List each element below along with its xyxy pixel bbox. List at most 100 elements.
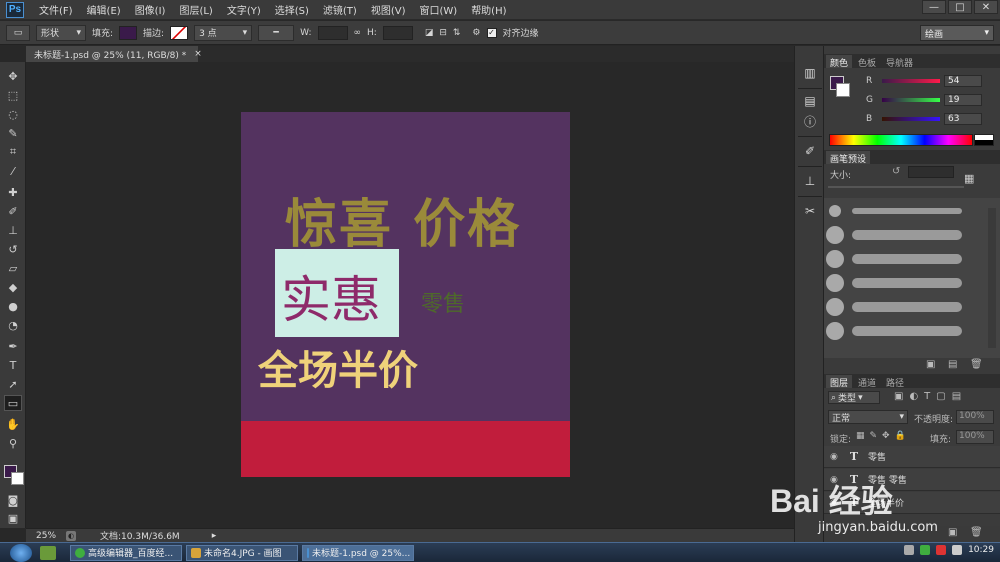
brush-panel-icon[interactable]: ▦ [964, 172, 974, 185]
marquee-tool-icon[interactable]: ⬚ [4, 87, 22, 103]
document-canvas[interactable]: 惊喜 价格 实惠 零售 全场半价 [241, 112, 570, 477]
tab-color[interactable]: 颜色 [826, 55, 853, 69]
type-tool-icon[interactable]: T [4, 357, 22, 373]
dodge-tool-icon[interactable]: ◔ [4, 317, 22, 333]
black-white-ramp[interactable] [974, 134, 994, 146]
layer-filter-select[interactable]: ⌕ 类型 ▾ [828, 391, 880, 404]
brush-panel-icon[interactable]: ✐ [800, 142, 820, 160]
red-value[interactable]: 54 [944, 75, 982, 87]
pen-tool-icon[interactable]: ✒ [4, 338, 22, 354]
task-photoshop[interactable]: 未标题-1.psd @ 25%... [302, 544, 414, 561]
maximize-button[interactable]: □ [948, 0, 972, 14]
menu-edit[interactable]: 编辑(E) [80, 2, 128, 17]
trash-icon[interactable]: 🗑 [970, 359, 983, 370]
path-select-icon[interactable]: ➚ [4, 376, 22, 392]
healing-brush-icon[interactable]: ✚ [4, 184, 22, 200]
layer-filter-icons[interactable]: ▣◐T▢▤ [894, 391, 967, 402]
menu-file[interactable]: 文件(F) [32, 2, 80, 17]
green-slider[interactable] [882, 98, 940, 102]
fill-input[interactable]: 100% [956, 430, 994, 444]
tray-icon[interactable] [920, 545, 931, 555]
eraser-tool-icon[interactable]: ▱ [4, 260, 22, 276]
eye-icon[interactable]: ◉ [830, 475, 840, 485]
close-button[interactable]: ✕ [974, 0, 998, 14]
mode-select[interactable]: 形状 ▾ [36, 24, 86, 41]
task-paint[interactable]: 未命名4.JPG - 画图 [186, 544, 298, 561]
new-brush-icon[interactable]: ▣ [926, 359, 935, 370]
history-panel-icon[interactable]: ▥ [800, 64, 820, 82]
eye-icon[interactable]: ◉ [830, 498, 840, 508]
menu-help[interactable]: 帮助(H) [464, 2, 513, 17]
zoom-level[interactable]: 25% [36, 531, 56, 541]
actions-panel-icon[interactable]: ▤ [800, 92, 820, 110]
menu-filter[interactable]: 滤镜(T) [316, 2, 364, 17]
stroke-width-input[interactable]: 3 点 ▾ [194, 24, 253, 41]
brush-preset[interactable] [826, 272, 986, 294]
tab-swatches[interactable]: 色板 [854, 55, 880, 69]
quick-launch-icon[interactable] [40, 545, 56, 560]
path-arrangement-icon[interactable]: ⇅ [453, 28, 461, 38]
background-color-swatch[interactable] [11, 472, 24, 485]
brush-preset[interactable] [826, 200, 986, 222]
workspace-select[interactable]: 绘画 ▾ [920, 25, 994, 41]
minimize-button[interactable]: — [922, 0, 946, 14]
layer-row[interactable]: ◉ T 全场半价 [824, 492, 1000, 514]
tab-channels[interactable]: 通道 [854, 375, 880, 389]
layer-row[interactable]: ◉ T 零售 [824, 446, 1000, 468]
menu-layer[interactable]: 图层(L) [172, 2, 219, 17]
clone-stamp-icon[interactable]: ⊥ [4, 222, 22, 238]
clone-source-icon[interactable]: ⊥ [800, 172, 820, 190]
box-text[interactable]: 实惠 [281, 260, 381, 332]
color-spectrum[interactable] [829, 134, 973, 146]
task-browser[interactable]: 高级编辑器_百度经... [70, 544, 182, 561]
menu-select[interactable]: 选择(S) [268, 2, 316, 17]
eye-icon[interactable]: ◉ [830, 452, 840, 462]
blur-tool-icon[interactable]: ● [4, 298, 22, 314]
reset-icon[interactable]: ↺ [892, 166, 900, 177]
red-band[interactable] [241, 421, 570, 477]
path-operations-icon[interactable]: ◪ [425, 28, 434, 38]
tool-presets-icon[interactable]: ✂ [800, 202, 820, 220]
brush-preset[interactable] [826, 248, 986, 270]
half-price-text[interactable]: 全场半价 [258, 338, 418, 396]
layer-row[interactable]: ◉ T 零售 零售 [824, 469, 1000, 491]
width-input[interactable] [317, 25, 348, 40]
brush-options-icon[interactable]: ▤ [948, 359, 957, 370]
move-tool-icon[interactable]: ✥ [4, 68, 22, 84]
trash-icon[interactable]: 🗑 [970, 527, 983, 538]
menu-image[interactable]: 图像(I) [128, 2, 173, 17]
share-icon[interactable]: ◐ [66, 530, 77, 541]
start-button[interactable] [10, 543, 32, 562]
close-icon[interactable]: × [194, 49, 202, 59]
tab-navigator[interactable]: 导航器 [882, 55, 917, 69]
stroke-type-select[interactable]: ━ [258, 24, 295, 41]
small-text[interactable]: 零售 [421, 286, 465, 318]
paint-bucket-icon[interactable]: ◆ [4, 279, 22, 295]
new-layer-icon[interactable]: ▣ [948, 527, 957, 538]
tray-icon[interactable] [904, 545, 915, 555]
color-panel-background[interactable] [836, 83, 850, 97]
eyedropper-tool-icon[interactable]: ⁄ [4, 163, 22, 179]
clock[interactable]: 10:29 [968, 545, 994, 555]
tab-brush-presets[interactable]: 画笔预设 [826, 151, 871, 165]
brush-preset[interactable] [826, 224, 986, 246]
menu-view[interactable]: 视图(V) [364, 2, 413, 17]
opacity-input[interactable]: 100% [956, 410, 994, 424]
history-brush-icon[interactable]: ↺ [4, 241, 22, 257]
tray-icon[interactable] [936, 545, 947, 555]
lasso-tool-icon[interactable]: ◌ [4, 106, 22, 122]
menu-type[interactable]: 文字(Y) [220, 2, 268, 17]
chevron-right-icon[interactable]: ▸ [212, 531, 217, 541]
volume-icon[interactable] [952, 545, 963, 555]
zoom-tool-icon[interactable]: ⚲ [4, 435, 22, 451]
shape-tool-icon[interactable]: ▭ [4, 395, 22, 411]
path-alignment-icon[interactable]: ⊟ [439, 28, 447, 38]
menu-window[interactable]: 窗口(W) [412, 2, 464, 17]
tab-layers[interactable]: 图层 [826, 375, 853, 389]
tool-preset-picker[interactable]: ▭ [6, 24, 30, 41]
fill-color-swatch[interactable] [119, 25, 138, 40]
crop-tool-icon[interactable]: ⌗ [4, 144, 22, 160]
green-value[interactable]: 19 [944, 94, 982, 106]
brush-preset[interactable] [826, 320, 986, 342]
quick-mask-icon[interactable]: ◙ [4, 492, 22, 508]
